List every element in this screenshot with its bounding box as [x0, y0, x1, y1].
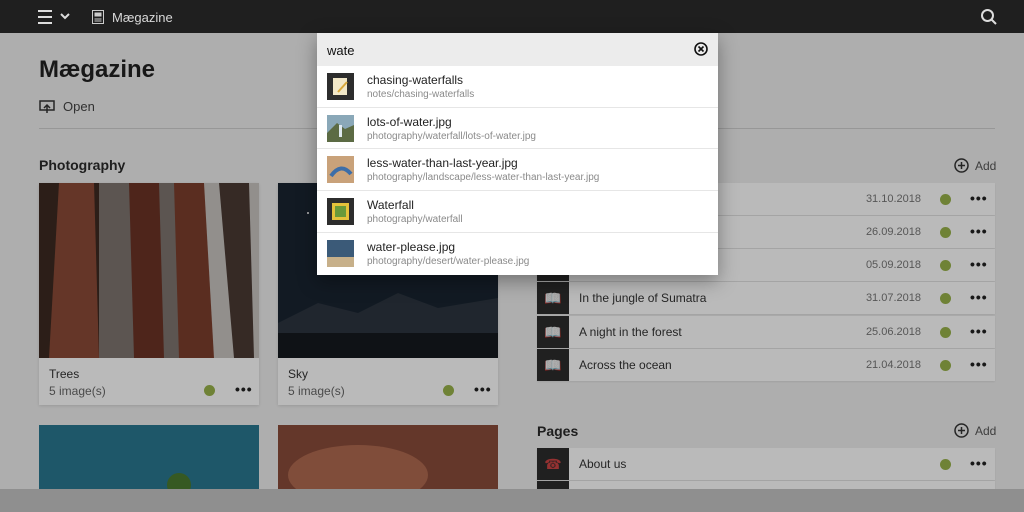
- result-path: photography/waterfall/lots-of-water.jpg: [367, 131, 536, 142]
- search-result-item[interactable]: chasing-waterfalls notes/chasing-waterfa…: [317, 66, 718, 107]
- top-bar: Mægazine: [0, 0, 1024, 33]
- search-bar: [317, 33, 718, 66]
- search-result-item[interactable]: lots-of-water.jpg photography/waterfall/…: [317, 107, 718, 148]
- search-result-item[interactable]: Waterfall photography/waterfall: [317, 190, 718, 231]
- result-title: water-please.jpg: [367, 240, 456, 254]
- hamburger-icon: [38, 10, 70, 24]
- result-path: notes/chasing-waterfalls: [367, 89, 475, 100]
- search-popup: chasing-waterfalls notes/chasing-waterfa…: [317, 33, 718, 275]
- clear-search-button[interactable]: [694, 42, 708, 56]
- magazine-icon: [92, 10, 104, 24]
- result-path: photography/desert/water-please.jpg: [367, 256, 530, 267]
- result-title: Waterfall: [367, 198, 414, 212]
- image-thumbnail: [327, 156, 354, 183]
- app-brand[interactable]: Mægazine: [92, 8, 173, 26]
- image-thumbnail: [327, 240, 354, 267]
- result-path: photography/waterfall: [367, 214, 463, 225]
- image-thumbnail: [327, 115, 354, 142]
- clear-icon: [694, 42, 708, 56]
- search-result-item[interactable]: less-water-than-last-year.jpg photograph…: [317, 148, 718, 189]
- result-title: lots-of-water.jpg: [367, 115, 452, 129]
- search-result-item[interactable]: water-please.jpg photography/desert/wate…: [317, 232, 718, 273]
- search-button[interactable]: [980, 8, 998, 26]
- result-title: less-water-than-last-year.jpg: [367, 156, 518, 170]
- chevron-down-icon: [60, 13, 70, 20]
- folder-thumbnail: [327, 198, 354, 225]
- result-title: chasing-waterfalls: [367, 73, 464, 87]
- menu-button[interactable]: [38, 9, 74, 25]
- result-path: photography/landscape/less-water-than-la…: [367, 172, 600, 183]
- note-thumbnail: [327, 73, 354, 100]
- search-input[interactable]: [327, 41, 667, 59]
- search-icon: [981, 9, 997, 25]
- app-title: Mægazine: [112, 9, 173, 25]
